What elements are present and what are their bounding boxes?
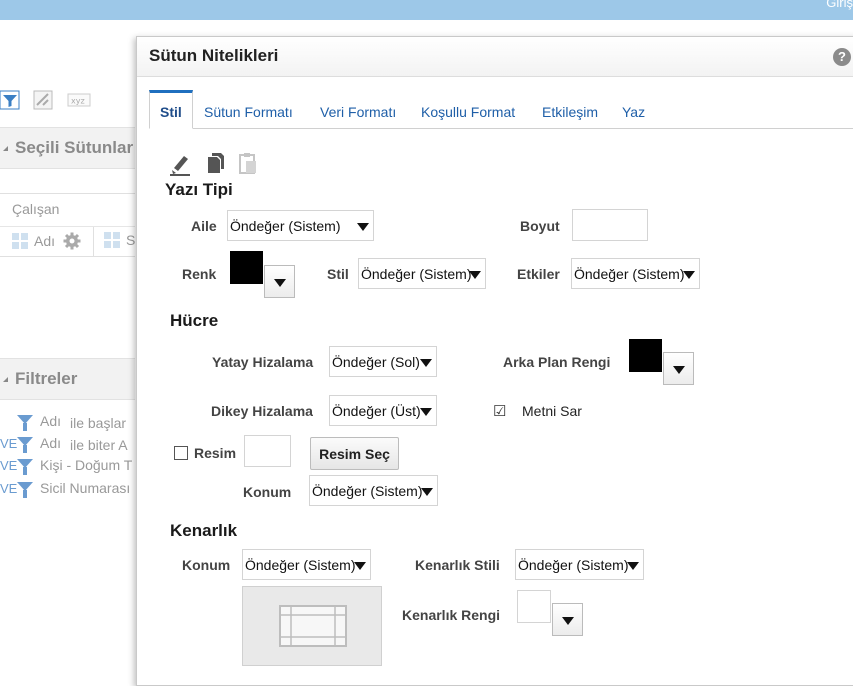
chevron-down-icon — [627, 562, 639, 570]
chevron-down-icon — [354, 562, 366, 570]
checkmark-icon: ☑ — [493, 403, 507, 420]
collapse-triangle-icon — [3, 377, 8, 382]
chevron-down-icon — [274, 279, 286, 287]
border-color-swatch[interactable] — [517, 590, 551, 623]
edit-formula-icon[interactable] — [33, 90, 53, 110]
image-position-label: Konum — [243, 484, 292, 500]
filters-header[interactable]: Filtreler — [0, 358, 135, 400]
font-size-label: Boyut — [520, 218, 560, 234]
filter-item[interactable]: Adı ile başlar — [0, 412, 135, 432]
filter-funnel-icon — [17, 482, 33, 498]
tab-conditional-format[interactable]: Koşullu Format — [421, 90, 515, 129]
help-icon[interactable]: ? — [833, 48, 851, 66]
column-chips: Adı S — [0, 226, 135, 257]
vertical-align-select[interactable]: Öndeğer (Üst) — [329, 395, 437, 426]
gear-icon[interactable] — [63, 232, 81, 250]
font-style-select[interactable]: Öndeğer (Sistem) — [358, 258, 486, 289]
border-color-label: Kenarlık Rengi — [402, 607, 501, 623]
column-grid-icon — [104, 232, 120, 248]
filter-funnel-icon — [17, 459, 33, 475]
image-checkbox[interactable] — [174, 446, 188, 460]
wrap-text-label: Metni Sar — [522, 403, 582, 419]
font-color-swatch[interactable] — [230, 251, 263, 284]
filters-title: Filtreler — [15, 369, 78, 388]
top-bar: Giriş — [0, 0, 853, 20]
chevron-down-icon — [469, 271, 481, 279]
border-section-heading: Kenarlık — [170, 521, 238, 540]
chevron-down-icon — [420, 359, 432, 367]
chevron-down-icon — [683, 271, 695, 279]
dialog-title: Sütun Nitelikleri — [149, 46, 279, 65]
chevron-down-icon — [420, 408, 432, 416]
paste-format-icon[interactable] — [238, 152, 258, 174]
cell-section-heading: Hücre — [170, 311, 219, 330]
column-properties-dialog: Sütun Nitelikleri ? Stil Sütun Formatı V… — [136, 36, 853, 686]
selected-columns-title: Seçili Sütunlar — [15, 138, 134, 157]
image-label: Resim — [194, 445, 237, 461]
font-effects-label: Etkiler — [517, 266, 560, 282]
dialog-tabs: Stil Sütun Formatı Veri Formatı Koşullu … — [149, 90, 853, 129]
subject-area-label: Çalışan — [12, 201, 60, 217]
svg-text:xyz: xyz — [71, 97, 85, 106]
filter-icon[interactable] — [0, 90, 20, 110]
tab-data-format[interactable]: Veri Formatı — [320, 90, 396, 129]
filter-funnel-icon — [17, 415, 33, 431]
background-color-label: Arka Plan Rengi — [503, 354, 611, 370]
background-color-picker-button[interactable] — [663, 352, 694, 385]
font-size-input[interactable] — [572, 209, 648, 241]
collapse-triangle-icon — [3, 146, 8, 151]
font-color-label: Renk — [182, 266, 217, 282]
horizontal-align-select[interactable]: Öndeğer (Sol) — [329, 346, 437, 377]
background-color-swatch[interactable] — [629, 339, 662, 372]
font-style-label: Stil — [327, 266, 349, 282]
tab-column-format[interactable]: Sütun Formatı — [204, 90, 293, 129]
chevron-down-icon — [421, 488, 433, 496]
chevron-down-icon — [562, 617, 574, 625]
sign-in-link[interactable]: Giriş — [826, 0, 853, 10]
choose-image-button[interactable]: Resim Seç — [310, 437, 399, 470]
font-effects-select[interactable]: Öndeğer (Sistem) — [571, 258, 700, 289]
selected-columns-header[interactable]: Seçili Sütunlar — [0, 127, 135, 169]
dialog-header[interactable]: Sütun Nitelikleri ? — [137, 37, 853, 77]
tab-write-back[interactable]: Yaz — [622, 90, 645, 129]
font-color-picker-button[interactable] — [264, 265, 295, 298]
filter-funnel-icon — [17, 437, 33, 453]
border-position-select[interactable]: Öndeğer (Sistem) — [242, 549, 371, 580]
filter-item[interactable]: VE Sicil Numarası — [0, 479, 135, 499]
border-preview[interactable] — [242, 586, 382, 666]
chevron-down-icon — [357, 223, 369, 231]
border-color-picker-button[interactable] — [552, 603, 583, 636]
subject-area-columns: Çalışan Adı S — [0, 193, 135, 257]
filter-item[interactable]: VE Adı ile biter A — [0, 434, 135, 454]
border-style-select[interactable]: Öndeğer (Sistem) — [515, 549, 644, 580]
column-grid-icon — [12, 233, 28, 249]
column-chip[interactable]: S — [104, 232, 135, 248]
copy-format-icon[interactable] — [206, 152, 226, 174]
chevron-down-icon — [673, 366, 685, 374]
image-position-select[interactable]: Öndeğer (Sistem) — [309, 475, 438, 506]
vertical-align-label: Dikey Hizalama — [211, 403, 313, 419]
filter-item[interactable]: VE Kişi - Doğum T — [0, 456, 135, 476]
clear-format-brush-icon[interactable] — [169, 152, 191, 176]
tab-interaction[interactable]: Etkileşim — [542, 90, 598, 129]
border-style-label: Kenarlık Stili — [415, 557, 500, 573]
tab-style[interactable]: Stil — [149, 90, 193, 129]
border-position-label: Konum — [182, 557, 231, 573]
border-layout-icon — [279, 605, 347, 647]
column-chip[interactable]: Adı — [12, 232, 81, 250]
xyz-icon[interactable]: xyz — [67, 90, 91, 110]
horizontal-align-label: Yatay Hizalama — [212, 354, 314, 370]
chip-divider — [93, 227, 94, 257]
image-preview-box — [244, 435, 291, 467]
font-section-heading: Yazı Tipi — [165, 180, 233, 199]
wrap-text-checkbox[interactable]: ☑ — [493, 403, 509, 419]
font-family-label: Aile — [191, 218, 217, 234]
font-family-select[interactable]: Öndeğer (Sistem) — [227, 210, 374, 241]
